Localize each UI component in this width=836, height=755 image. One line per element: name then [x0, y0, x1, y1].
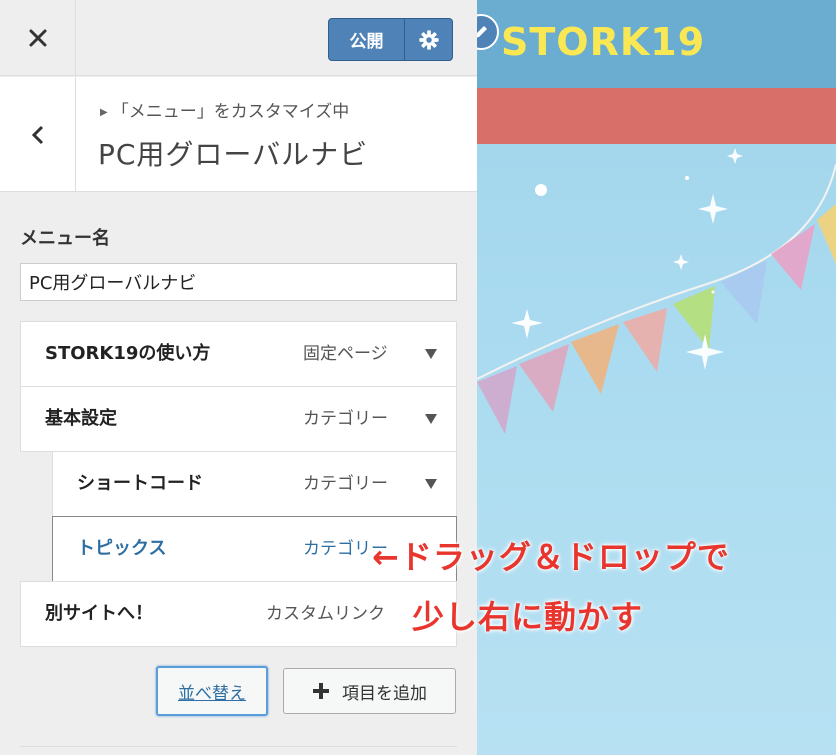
gear-icon	[418, 29, 439, 50]
triangle-down-icon	[425, 414, 437, 424]
section-title: PC用グローバルナビ	[98, 138, 369, 171]
breadcrumb-text: 「メニュー」をカスタマイズ中	[111, 102, 350, 122]
menu-item-type: 固定ページ	[303, 344, 388, 364]
reorder-button[interactable]: 並べ替え	[156, 666, 268, 716]
menu-item-title: STORK19の使い方	[45, 343, 211, 364]
add-item-label: 項目を追加	[342, 683, 427, 704]
customizer-panel: 公開 ▶ 「メニュー」をカスタマイズ中 PC用グローバルナビ メニュー名 PC用…	[0, 0, 477, 755]
menu-item-shortcode[interactable]: ショートコード カテゴリー	[52, 451, 457, 517]
menu-item-stork19[interactable]: STORK19の使い方 固定ページ	[20, 321, 457, 387]
back-button[interactable]	[0, 77, 76, 192]
plus-icon	[313, 683, 329, 699]
menu-item-basic-settings[interactable]: 基本設定 カテゴリー	[20, 386, 457, 452]
menu-item-type: カテゴリー	[303, 474, 388, 494]
close-button[interactable]	[0, 0, 76, 76]
menu-item-title: 基本設定	[45, 408, 117, 429]
section-header: ▶ 「メニュー」をカスタマイズ中 PC用グローバルナビ	[0, 77, 477, 192]
annotation-instruction-line2: 少し右に動かす	[412, 598, 644, 636]
customizer-header: 公開	[0, 0, 477, 76]
menu-item-other-site[interactable]: 別サイトへ！ カスタムリンク	[20, 581, 457, 647]
menu-item-title: ショートコード	[77, 473, 203, 494]
menu-item-title: トピックス	[77, 538, 167, 559]
triangle-down-icon	[425, 349, 437, 359]
menu-name-label: メニュー名	[20, 228, 110, 249]
reorder-label: 並べ替え	[178, 683, 246, 704]
annotation-instruction-line1: ←ドラッグ＆ドロップで	[372, 538, 730, 576]
menu-item-type: カスタムリンク	[266, 604, 385, 624]
site-header: STORK19	[477, 0, 836, 88]
global-nav-bar	[477, 88, 836, 144]
triangle-down-icon	[425, 479, 437, 489]
menu-item-title: 別サイトへ！	[45, 603, 153, 624]
menu-item-toggle[interactable]	[416, 387, 446, 451]
chevron-left-icon	[31, 125, 43, 144]
menu-item-toggle[interactable]	[416, 322, 446, 386]
menu-item-toggle[interactable]	[416, 452, 446, 516]
menu-name-input[interactable]	[20, 263, 457, 301]
site-preview: STORK19	[477, 0, 836, 755]
bunting-decoration	[477, 148, 836, 434]
publish-settings-button[interactable]	[405, 19, 452, 60]
publish-group: 公開	[328, 18, 453, 61]
site-logo[interactable]: STORK19	[501, 20, 705, 64]
menu-item-type: カテゴリー	[303, 409, 388, 429]
pencil-icon	[477, 26, 487, 38]
triangle-right-icon: ▶	[100, 106, 108, 118]
breadcrumb: ▶ 「メニュー」をカスタマイズ中	[100, 97, 349, 122]
close-icon	[29, 29, 46, 47]
publish-button[interactable]: 公開	[329, 19, 405, 60]
add-item-button[interactable]: 項目を追加	[283, 668, 456, 714]
divider	[20, 746, 457, 747]
